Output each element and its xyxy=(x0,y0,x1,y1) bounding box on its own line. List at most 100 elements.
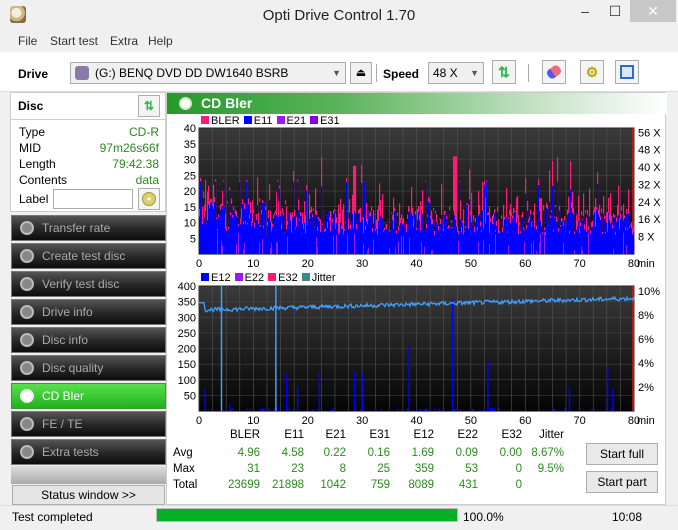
stats-value: 0.00 xyxy=(499,447,522,459)
chevron-down-icon: ▼ xyxy=(470,68,479,78)
refresh-disc-button[interactable]: ⇅ xyxy=(138,95,160,117)
legend-e31: E31 xyxy=(310,115,340,127)
panel-header: CD Bler xyxy=(167,93,667,114)
legend-e11: E11 xyxy=(243,115,273,127)
legend-jitter: Jitter xyxy=(301,272,336,284)
nav-label: Disc info xyxy=(42,333,89,347)
disc-icon xyxy=(20,389,34,403)
legend-bottom: E12 E22 E32 Jitter xyxy=(201,272,336,284)
menu-extra[interactable]: Extra xyxy=(110,34,138,48)
eject-button[interactable]: ⏏ xyxy=(350,62,372,84)
nav-disc-info[interactable]: Disc info xyxy=(11,327,166,353)
legend-e22: E22 xyxy=(234,272,264,284)
stats-value: 431 xyxy=(458,479,478,491)
stats-value: 359 xyxy=(414,463,434,475)
drive-select[interactable]: (G:) BENQ DVD DD DW1640 BSRB ▼ xyxy=(70,62,346,84)
refresh-icon: ⇅ xyxy=(143,99,155,113)
start-full-button[interactable]: Start full xyxy=(586,443,658,465)
nav-label: FE / TE xyxy=(42,417,83,431)
title-bar: Opti Drive Control 1.70 ‒ ☐ ✕ xyxy=(0,0,678,30)
erase-button[interactable] xyxy=(542,60,566,84)
refresh-speed-button[interactable]: ⇅ xyxy=(492,60,516,84)
stats-header: E21 xyxy=(325,429,346,441)
nav-drive-info[interactable]: Drive info xyxy=(11,299,166,325)
floppy-icon xyxy=(620,65,634,79)
speed-label: Speed xyxy=(383,67,420,81)
separator xyxy=(528,64,529,82)
stats-value: 1.69 xyxy=(411,447,434,459)
read-label-button[interactable] xyxy=(138,188,160,210)
gears-icon: ⚙ xyxy=(585,63,599,80)
menu-start-test[interactable]: Start test xyxy=(50,34,98,48)
stats-value: 53 xyxy=(465,463,478,475)
progress-fill xyxy=(157,509,457,521)
settings-button[interactable]: ⚙ xyxy=(580,60,604,84)
status-text: Test completed xyxy=(12,510,93,524)
save-button[interactable] xyxy=(615,60,639,84)
panel-title: CD Bler xyxy=(201,95,253,111)
nav-label: Extra tests xyxy=(42,445,99,459)
menu-bar: File Start test Extra Help xyxy=(0,30,678,52)
nav-label: Disc quality xyxy=(42,361,104,375)
nav-cd-bler[interactable]: CD Bler xyxy=(11,383,166,409)
contents-label: Contents xyxy=(19,173,68,187)
nav-verify-test-disc[interactable]: Verify test disc xyxy=(11,271,166,297)
stats-header: E31 xyxy=(369,429,390,441)
stats-value: 0 xyxy=(515,479,522,491)
disc-icon xyxy=(20,221,34,235)
label-label: Label xyxy=(19,192,49,206)
nav-label: Create test disc xyxy=(42,249,126,263)
nav-disc-quality[interactable]: Disc quality xyxy=(11,355,166,381)
menu-help[interactable]: Help xyxy=(148,34,173,48)
stats-header: BLER xyxy=(229,429,260,441)
speed-select[interactable]: 48 X ▼ xyxy=(428,62,484,84)
disc-icon xyxy=(20,305,34,319)
legend-e21: E21 xyxy=(276,115,306,127)
nav-transfer-rate[interactable]: Transfer rate xyxy=(11,215,166,241)
stats-value: 23 xyxy=(291,463,304,475)
nav-filler xyxy=(11,466,166,484)
length-value: 79:42.38 xyxy=(112,157,159,171)
progress-label: 100.0% xyxy=(463,510,504,524)
stats-value: 1042 xyxy=(320,479,346,491)
stats-value: 0.22 xyxy=(323,447,346,459)
stats-value: 4.96 xyxy=(237,447,260,459)
legend-top: BLER E11 E21 E31 xyxy=(201,115,340,127)
stats-row-label: Total xyxy=(173,479,198,491)
nav-fe-te[interactable]: FE / TE xyxy=(11,411,166,437)
stats-value: 0.09 xyxy=(455,447,478,459)
cd-bler-icon xyxy=(179,97,192,110)
start-part-button[interactable]: Start part xyxy=(586,471,658,493)
nav-label: Transfer rate xyxy=(42,221,111,235)
stats-row-label: Avg xyxy=(173,447,193,459)
legend-e12: E12 xyxy=(201,272,231,284)
stats-value: 0.16 xyxy=(367,447,390,459)
nav-label: CD Bler xyxy=(42,389,85,403)
speed-value: 48 X xyxy=(433,66,458,80)
disc-icon xyxy=(20,417,34,431)
stats-value: 8.67% xyxy=(531,447,564,459)
type-label: Type xyxy=(19,125,46,139)
status-window-button[interactable]: Status window >> xyxy=(12,485,165,505)
divider xyxy=(11,119,165,120)
stats-value: 8089 xyxy=(408,479,434,491)
nav-extra-tests[interactable]: Extra tests xyxy=(11,439,166,465)
type-value: CD-R xyxy=(129,125,159,139)
stats-value: 759 xyxy=(370,479,390,491)
maximize-button[interactable]: ☐ xyxy=(600,0,630,22)
nav-label: Drive info xyxy=(42,305,93,319)
disc-header: Disc xyxy=(18,99,44,113)
disc-icon xyxy=(20,333,34,347)
contents-value: data xyxy=(135,173,159,187)
menu-file[interactable]: File xyxy=(18,34,37,48)
drive-value: (G:) BENQ DVD DD DW1640 BSRB xyxy=(95,66,289,80)
label-input[interactable] xyxy=(53,189,133,209)
drive-label: Drive xyxy=(18,67,49,81)
minimize-button[interactable]: ‒ xyxy=(570,0,600,22)
stats-value: 21898 xyxy=(272,479,304,491)
close-button[interactable]: ✕ xyxy=(630,0,676,22)
nav-create-test-disc[interactable]: Create test disc xyxy=(11,243,166,269)
stats-value: 8 xyxy=(339,463,346,475)
stats-value: 31 xyxy=(247,463,260,475)
cd-icon xyxy=(142,192,156,206)
